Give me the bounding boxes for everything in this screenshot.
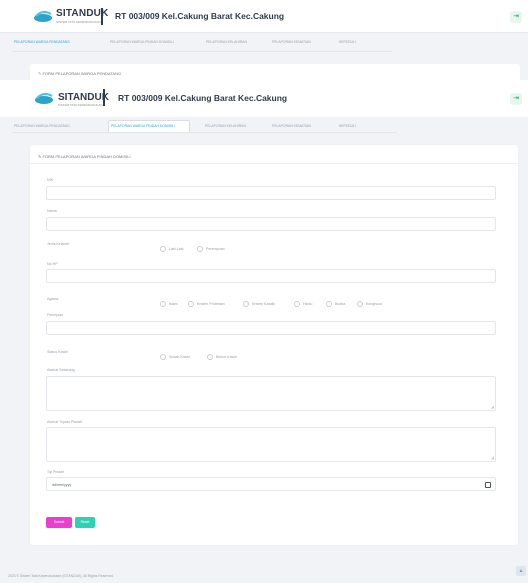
logout-icon[interactable]: ⇥ <box>510 93 522 105</box>
radio-budha[interactable]: Budha <box>326 295 345 307</box>
tab-kelahiran-back[interactable]: PELAPORAN KELAHIRAN <box>206 40 247 44</box>
status-kawin-label: Status Kawin <box>47 350 68 354</box>
alamat-tujuan-label: Alamat Tujuan Pindah <box>47 420 83 424</box>
radio-hindu[interactable]: Hindu <box>294 295 312 307</box>
form-title-divider <box>30 163 518 164</box>
resize-handle-icon[interactable]: ◢ <box>491 455 494 460</box>
tab-kelahiran[interactable]: PELAPORAN KELAHIRAN <box>205 124 246 128</box>
tab-pindah-domisili-back[interactable]: PELAPORAN WARGA PINDAH DOMISILI <box>110 40 174 44</box>
alamat-sekarang-label: Alamat Sekarang <box>47 368 75 372</box>
nik-label: NIK <box>47 178 53 182</box>
title-divider <box>101 8 103 25</box>
logo-subtitle: SISTEM TATA KEPENDUDUKAN <box>56 20 101 24</box>
tab-pendatang-back[interactable]: PELAPORAN WARGA PENDATANG <box>14 40 70 44</box>
alamat-sekarang-field[interactable] <box>46 376 496 411</box>
tab-pindah-domisili[interactable]: PELAPORAN WARGA PINDAH DOMISILI <box>111 124 175 128</box>
resize-handle-icon[interactable]: ◢ <box>491 404 494 409</box>
form-title-text: FORM PELAPORAN WARGA PINDAH DOMISILI <box>42 154 131 159</box>
title-divider <box>103 89 105 106</box>
tgl-pindah-placeholder: dd/mm/yyyy <box>52 483 72 487</box>
pekerjaan-field[interactable] <box>46 321 496 335</box>
radio-laki-laki[interactable]: Laki-Laki <box>160 240 183 252</box>
back-form-title: ✎ FORM PELAPORAN WARGA PENDATANG <box>38 71 121 76</box>
nohp-label: No HP <box>47 262 58 266</box>
pencil-icon: ✎ <box>38 71 42 76</box>
radio-sudah-kawin[interactable]: Sudah Kawin <box>160 348 190 360</box>
radio-kristen-protestan[interactable]: Kristen Protestan <box>188 295 225 307</box>
page-title: RT 003/009 Kel.Cakung Barat Kec.Cakung <box>115 11 285 21</box>
arrow-up-icon[interactable]: ▲ <box>516 566 526 576</box>
tab-kematian[interactable]: PELAPORAN KEMATIAN <box>272 124 311 128</box>
logo-text: SITANDUK <box>58 92 109 103</box>
footer-text: 2023 © Sistem Tata Kependudukan (SITANDU… <box>8 574 114 578</box>
tgl-pindah-field[interactable] <box>46 477 496 491</box>
submit-button[interactable]: Submit <box>46 517 72 528</box>
radio-belum-kawin[interactable]: Belum Kawin <box>207 348 237 360</box>
radio-islam[interactable]: Islam <box>160 295 178 307</box>
tabs: PELAPORAN WARGA PENDATANG PELAPORAN WARG… <box>0 124 528 136</box>
radio-perempuan[interactable]: Perempuan <box>197 240 225 252</box>
radio-konghucu[interactable]: Konghucu <box>357 295 382 307</box>
alamat-tujuan-field[interactable] <box>46 427 496 462</box>
topbar: SITANDUK SISTEM TATA KEPENDUDUKAN RT 003… <box>0 0 528 33</box>
back-form-title-text: FORM PELAPORAN WARGA PENDATANG <box>42 71 122 76</box>
logo-icon <box>34 10 52 22</box>
nama-label: Nama <box>47 209 57 213</box>
pencil-icon: ✎ <box>38 154 42 159</box>
jenis-kelamin-label: Jenis Kelamin <box>47 242 70 246</box>
nohp-field[interactable] <box>46 269 496 283</box>
tab-pendatang[interactable]: PELAPORAN WARGA PENDATANG <box>14 124 70 128</box>
tab-kepeduli[interactable]: KEPEDULI <box>339 124 356 128</box>
tab-kematian-back[interactable]: PELAPORAN KEMATIAN <box>272 40 311 44</box>
logo-icon <box>35 92 53 104</box>
agama-label: Agama <box>47 297 59 301</box>
form-title: ✎ FORM PELAPORAN WARGA PINDAH DOMISILI <box>38 154 131 159</box>
reset-button[interactable]: Reset <box>75 517 95 528</box>
tab-kepeduli-back[interactable]: KEPEDULI <box>339 40 356 44</box>
tab-divider <box>12 132 397 133</box>
tgl-pindah-label: Tgl Pindah <box>47 470 65 474</box>
logo-subtitle: SISTEM TATA KEPENDUDUKAN <box>58 103 103 107</box>
tab-divider-back <box>12 51 392 52</box>
page-title: RT 003/009 Kel.Cakung Barat Kec.Cakung <box>118 93 288 103</box>
radio-kristen-katolik[interactable]: Kristen Katolik <box>243 295 275 307</box>
nik-field[interactable] <box>46 186 496 200</box>
logout-icon[interactable]: ⇥ <box>510 11 522 23</box>
pekerjaan-label: Pekerjaan <box>47 313 64 317</box>
calendar-icon[interactable] <box>485 482 491 488</box>
nama-field[interactable] <box>46 217 496 231</box>
